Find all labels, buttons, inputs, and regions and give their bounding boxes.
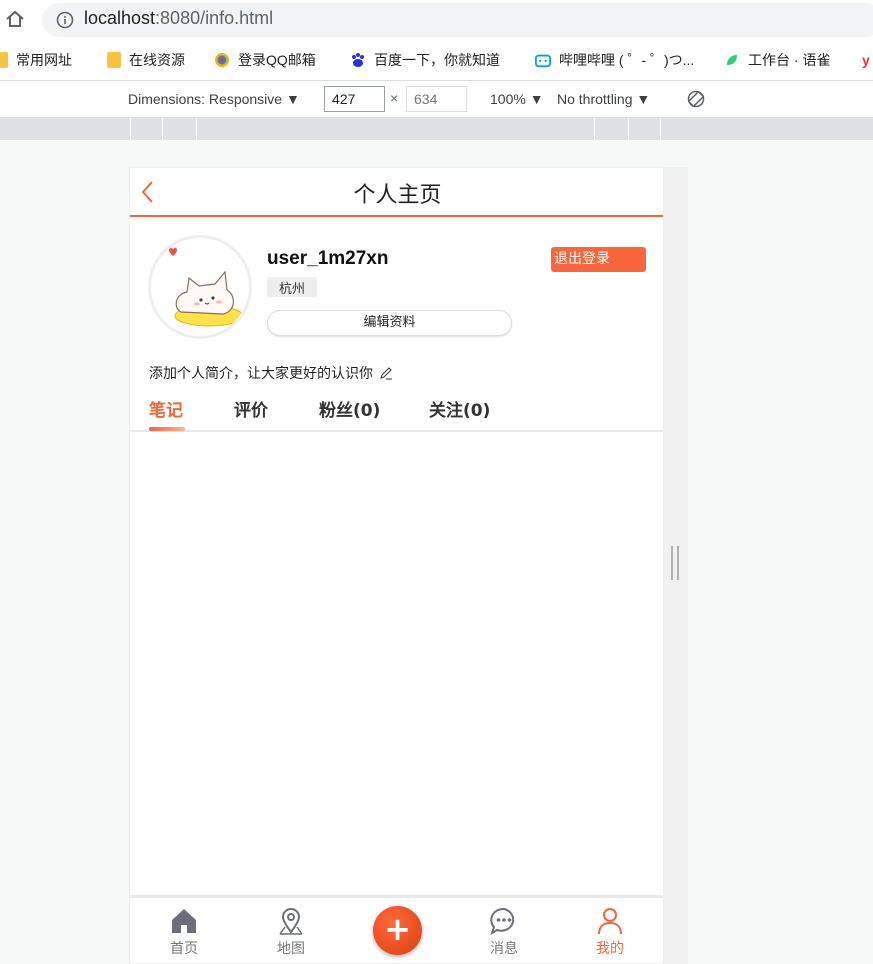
media-query-ruler <box>0 118 873 140</box>
ruler-tick <box>162 118 163 140</box>
user-icon <box>598 908 622 935</box>
bottom-nav: 首页 地图 + 消息 我的 <box>130 895 663 963</box>
qq-mail-icon <box>215 53 229 67</box>
page-header: 个人主页 <box>130 168 663 217</box>
bookmarks-bar: 常用网址 在线资源 登录QQ邮箱 百度一下，你就知道 哔哩哔哩 ( ゜- ゜)つ… <box>0 40 873 81</box>
nav-label: 我的 <box>596 941 624 957</box>
logout-button[interactable]: 退出登录 <box>551 247 646 272</box>
yuque-icon <box>727 55 737 65</box>
nav-messages[interactable]: 消息 <box>474 906 534 958</box>
nav-map[interactable]: 地图 <box>261 906 321 958</box>
nav-label: 首页 <box>170 941 198 957</box>
device-viewport: 个人主页 user_1m27xn 杭州 编辑资料 退出登录 添加个人简介，让大家… <box>129 167 664 964</box>
dimensions-dropdown[interactable]: Dimensions: Responsive ▼ <box>128 91 300 107</box>
home-icon[interactable] <box>4 8 26 30</box>
nav-label: 地图 <box>277 941 305 957</box>
username: user_1m27xn <box>267 248 389 269</box>
throttling-dropdown[interactable]: No throttling ▼ <box>557 91 650 107</box>
url-text: localhost:8080/info.html <box>84 8 273 29</box>
pencil-icon[interactable] <box>379 366 393 380</box>
resize-handle[interactable] <box>671 546 679 580</box>
times-sign: × <box>390 90 399 106</box>
folder-icon <box>0 52 8 68</box>
avatar[interactable] <box>148 235 252 339</box>
map-pin-icon <box>279 908 303 935</box>
bookmark-item[interactable]: 登录QQ邮箱 <box>214 50 316 70</box>
ruler-tick <box>594 118 595 140</box>
ruler-tick <box>196 118 197 140</box>
rotate-icon[interactable] <box>686 89 706 109</box>
baidu-icon <box>352 53 364 67</box>
page-title: 个人主页 <box>353 183 442 208</box>
nav-home[interactable]: 首页 <box>154 906 214 958</box>
bookmark-label: 在线资源 <box>129 52 185 68</box>
tab-notes[interactable]: 笔记 <box>149 396 183 421</box>
bookmark-label: 工作台 · 语雀 <box>748 52 831 68</box>
url-host: localhost <box>84 8 156 28</box>
bookmark-item[interactable]: 百度一下，你就知道 <box>350 50 500 70</box>
bookmark-label: 哔哩哔哩 ( ゜- ゜)つ... <box>559 52 695 68</box>
width-input[interactable] <box>324 86 385 112</box>
bookmark-label: 百度一下，你就知道 <box>374 52 500 68</box>
bio-row[interactable]: 添加个人简介，让大家更好的认识你 <box>149 363 393 383</box>
ruler-tick <box>660 118 661 140</box>
ruler-tick <box>628 118 629 140</box>
ruler-tick <box>130 118 131 140</box>
tab-followers[interactable]: 粉丝(0) <box>319 396 380 421</box>
bookmark-item[interactable]: 工作台 · 语雀 <box>724 50 830 70</box>
cat-avatar-icon <box>151 238 249 336</box>
home-icon <box>172 909 196 933</box>
nav-profile[interactable]: 我的 <box>580 906 640 958</box>
bookmark-item[interactable]: 在线资源 <box>107 50 185 70</box>
profile-tabs: 笔记 评价 粉丝(0) 关注(0) <box>130 392 663 432</box>
bookmark-item[interactable]: 哔哩哔哩 ( ゜- ゜)つ... <box>535 50 694 70</box>
message-icon <box>490 907 515 936</box>
active-tab-indicator <box>149 427 185 431</box>
zoom-dropdown[interactable]: 100% ▼ <box>490 91 544 107</box>
edit-profile-button[interactable]: 编辑资料 <box>267 310 512 336</box>
bio-text: 添加个人简介，让大家更好的认识你 <box>149 366 373 382</box>
nav-label: 消息 <box>490 941 518 957</box>
device-toolbar: Dimensions: Responsive ▼ × 100% ▼ No thr… <box>0 81 873 118</box>
info-icon[interactable] <box>56 11 74 29</box>
tab-reviews[interactable]: 评价 <box>234 396 268 421</box>
bookmark-label: 登录QQ邮箱 <box>238 52 316 68</box>
folder-icon <box>107 52 121 68</box>
url-path: :8080/info.html <box>155 8 274 28</box>
height-input[interactable] <box>406 86 467 112</box>
bookmark-item[interactable]: 常用网址 <box>0 50 72 70</box>
bilibili-icon <box>535 54 551 68</box>
bookmark-label: 常用网址 <box>16 52 72 68</box>
add-button[interactable]: + <box>373 906 422 955</box>
browser-address-bar: localhost:8080/info.html <box>0 0 873 40</box>
bookmark-overflow[interactable]: y <box>862 50 870 70</box>
city-badge: 杭州 <box>267 277 318 297</box>
tab-following[interactable]: 关注(0) <box>429 396 490 421</box>
